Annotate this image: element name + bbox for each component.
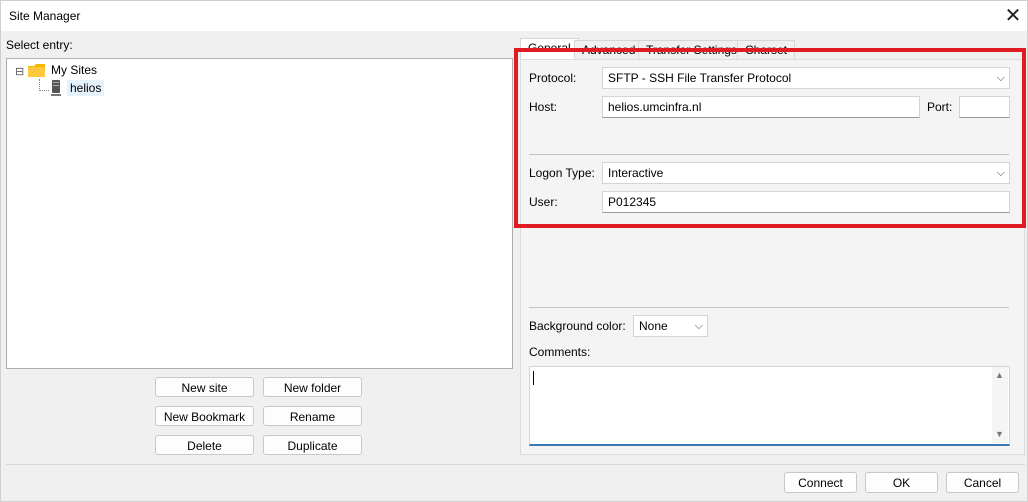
chevron-down-icon: ⌵ [996, 167, 1005, 179]
close-icon[interactable]: ✕ [1001, 4, 1025, 28]
scroll-up-icon[interactable]: ▲ [995, 370, 1004, 380]
logon-type-label: Logon Type: [529, 166, 595, 180]
connect-button[interactable]: Connect [784, 472, 857, 493]
comments-scrollbar[interactable]: ▲ ▼ [992, 367, 1008, 443]
chevron-down-icon: ⌵ [996, 72, 1005, 84]
tree-item-helios[interactable]: helios [67, 80, 105, 96]
protocol-label: Protocol: [529, 71, 577, 85]
chevron-down-icon: ⌵ [694, 320, 703, 332]
new-folder-button[interactable]: New folder [263, 377, 362, 397]
comments-label: Comments: [529, 345, 591, 359]
tab-transfer-settings[interactable]: Transfer Settings [638, 40, 745, 60]
port-input[interactable] [959, 96, 1010, 118]
tab-general[interactable]: General [520, 38, 579, 60]
folder-icon [28, 64, 45, 77]
text-cursor [533, 371, 534, 385]
tree-collapse-icon[interactable]: ⊟ [15, 65, 24, 78]
comments-textarea[interactable]: ▲ ▼ [529, 366, 1010, 446]
tab-advanced[interactable]: Advanced [574, 40, 644, 60]
ok-button[interactable]: OK [865, 472, 938, 493]
new-bookmark-button[interactable]: New Bookmark [155, 406, 254, 426]
divider [529, 154, 1009, 155]
host-label: Host: [529, 100, 558, 114]
background-color-value: None [639, 319, 668, 333]
window-title: Site Manager [9, 9, 81, 23]
protocol-value: SFTP - SSH File Transfer Protocol [608, 71, 792, 85]
logon-type-value: Interactive [608, 166, 664, 180]
port-label: Port: [927, 100, 953, 114]
protocol-select[interactable]: SFTP - SSH File Transfer Protocol ⌵ [602, 67, 1010, 89]
title-bar: Site Manager ✕ [1, 1, 1027, 31]
new-site-button[interactable]: New site [155, 377, 254, 397]
footer-divider [6, 464, 1025, 465]
delete-button[interactable]: Delete [155, 435, 254, 455]
rename-button[interactable]: Rename [263, 406, 362, 426]
logon-type-select[interactable]: Interactive ⌵ [602, 162, 1010, 184]
user-label: User: [529, 195, 558, 209]
cancel-button[interactable]: Cancel [946, 472, 1019, 493]
user-input[interactable]: P012345 [602, 191, 1010, 213]
host-input[interactable]: helios.umcinfra.nl [602, 96, 920, 118]
background-color-label: Background color: [529, 319, 626, 333]
tab-charset[interactable]: Charset [737, 40, 796, 60]
site-tree[interactable]: ⊟ My Sites helios [6, 58, 513, 369]
select-entry-label: Select entry: [6, 38, 73, 52]
scroll-down-icon[interactable]: ▼ [995, 429, 1004, 439]
tree-item-my-sites[interactable]: My Sites [51, 63, 97, 77]
server-icon [51, 80, 61, 96]
tree-line [39, 90, 49, 92]
duplicate-button[interactable]: Duplicate [263, 435, 362, 455]
divider [529, 307, 1009, 308]
background-color-select[interactable]: None ⌵ [633, 315, 708, 337]
